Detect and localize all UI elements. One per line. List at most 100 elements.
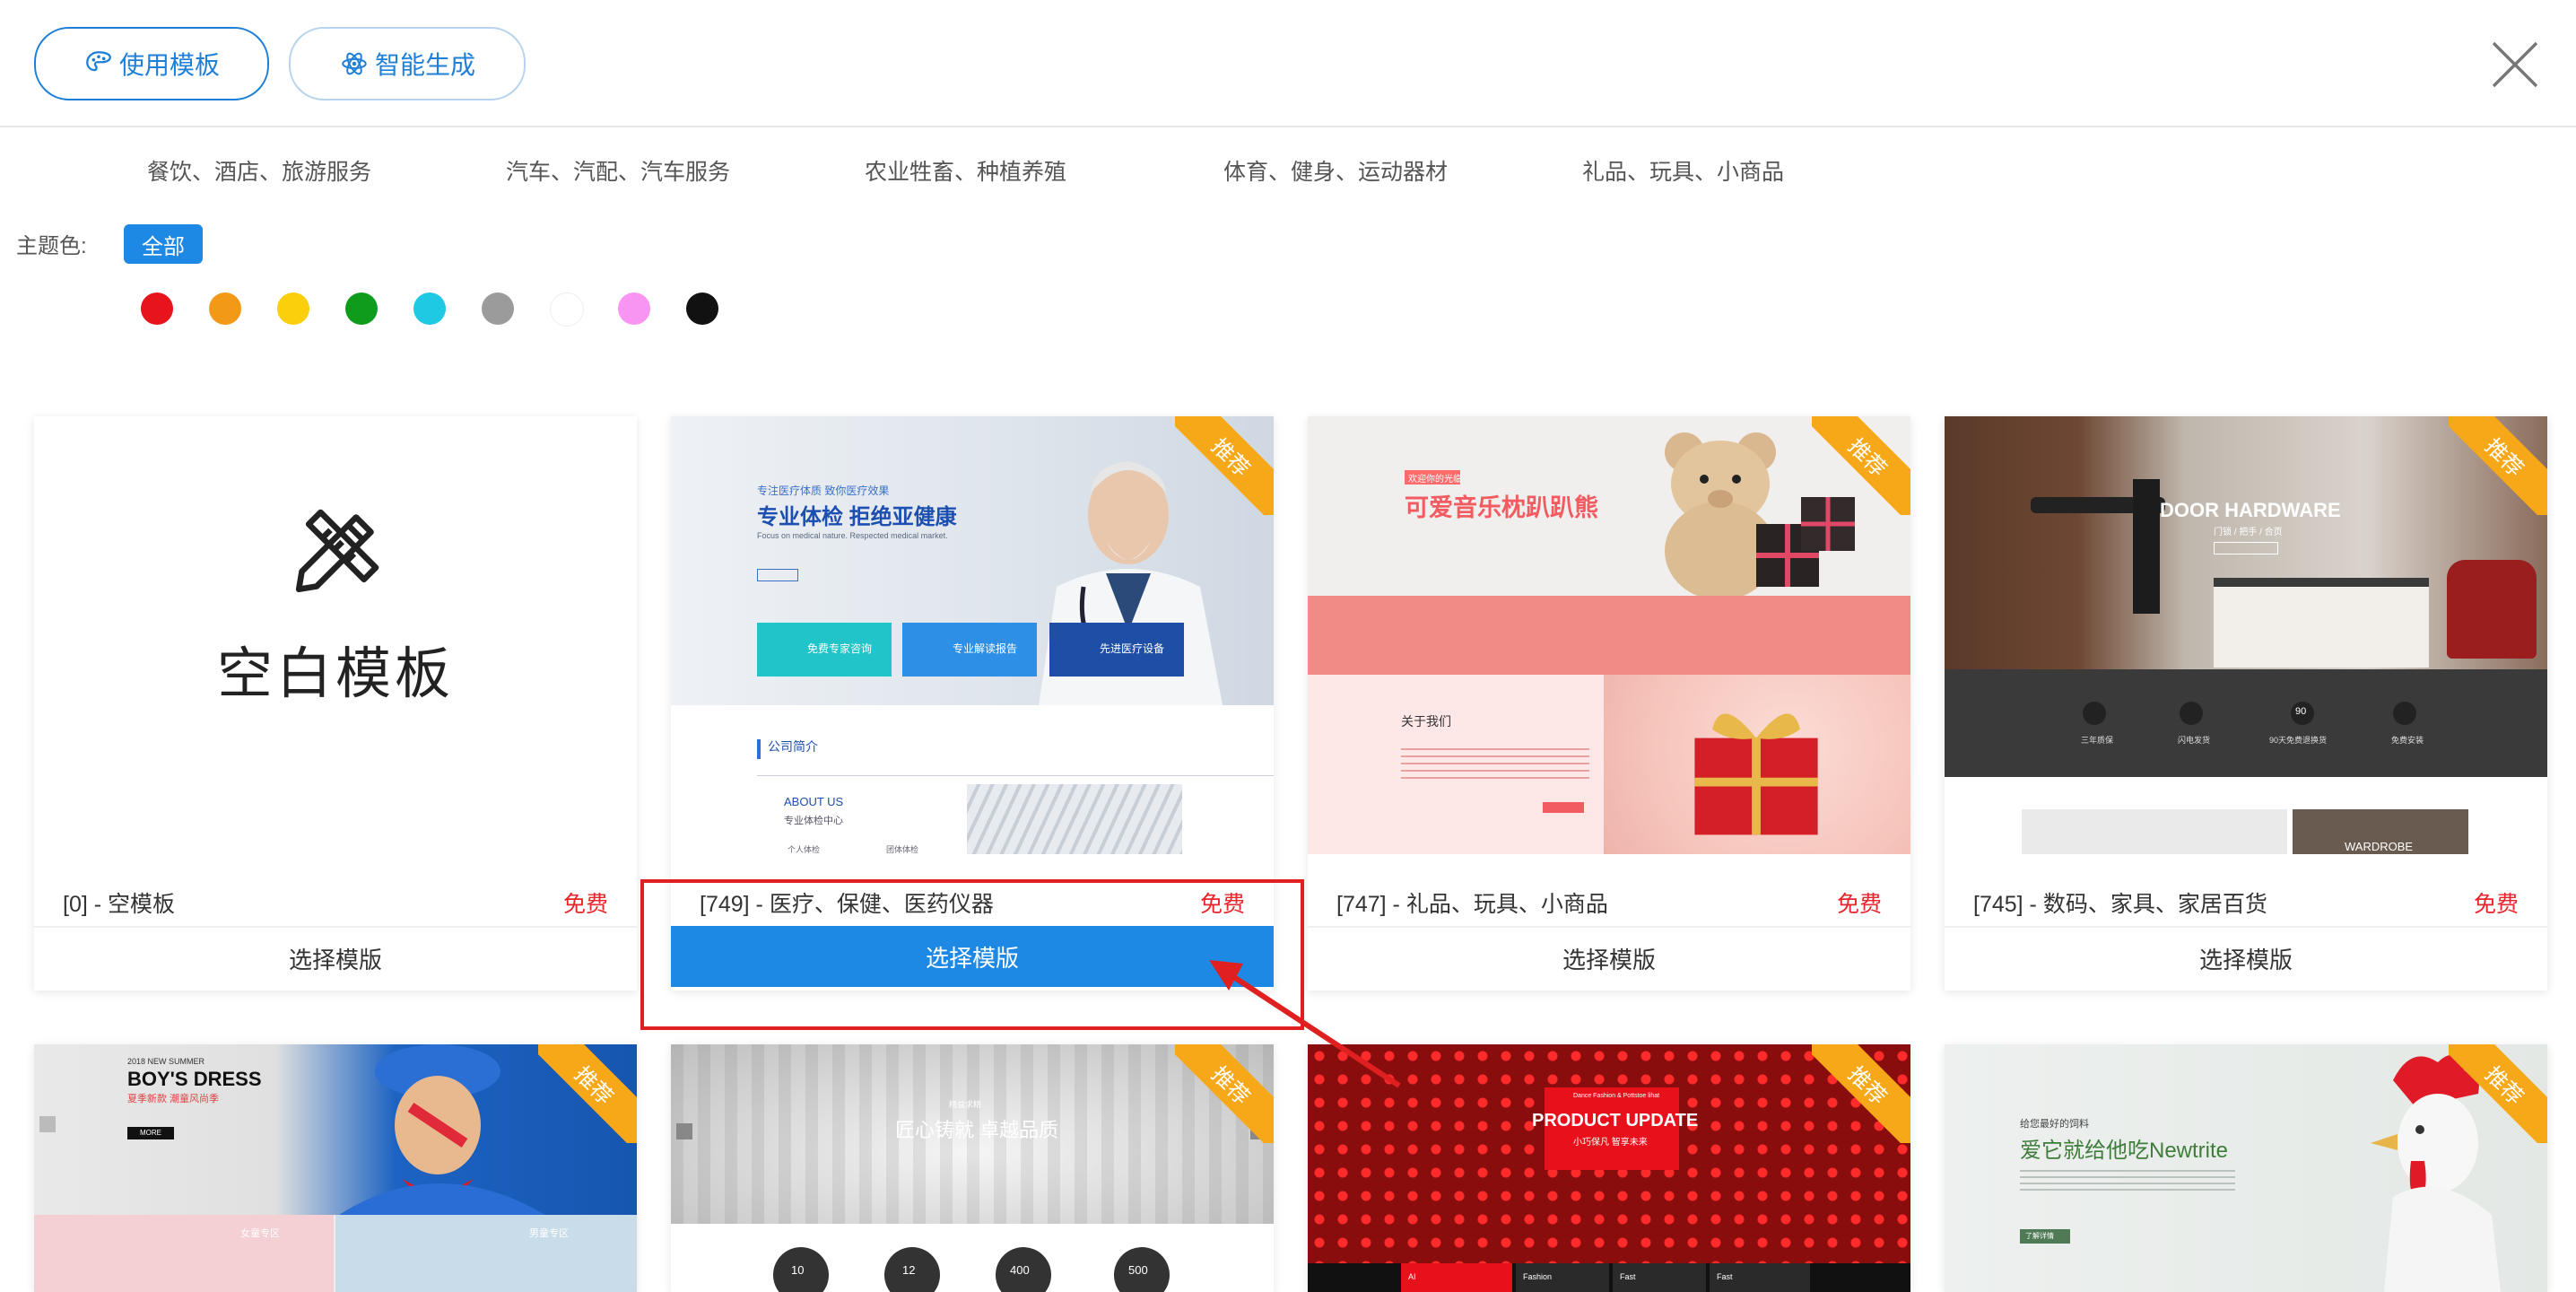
color-swatch[interactable] [141, 292, 173, 325]
about-button [1543, 802, 1584, 813]
category-label: 男童专区 [529, 1228, 569, 1239]
hero-title: PRODUCT UPDATE [1532, 1111, 1699, 1130]
nav-tile-label: Fast [1717, 1272, 1733, 1281]
hero-title: 匠心铸就 卓越品质 [895, 1119, 1059, 1141]
category-item[interactable]: 礼品、玩具、小商品 [1582, 154, 1784, 187]
template-card: 2018 NEW SUMMER BOY'S DRESS 夏季新款 潮童风尚季 M… [34, 1044, 637, 1292]
hero-small-text: 专注医疗体质 致你医疗效果 [757, 484, 890, 497]
kid-image [339, 1044, 545, 1215]
service-band [1945, 669, 2547, 777]
category-image-boys [335, 1215, 637, 1292]
category-item[interactable]: 餐饮、酒店、旅游服务 [147, 154, 371, 187]
hero-small-text: 精益求精 [949, 1100, 982, 1109]
tab-use-template[interactable]: 使用模板 [34, 27, 269, 100]
template-card: 精益求精 匠心铸就 卓越品质 10 12 400 500 推荐 [671, 1044, 1274, 1292]
hero-more-button [757, 569, 798, 581]
color-swatch[interactable] [413, 292, 446, 325]
category-filter: 餐饮、酒店、旅游服务 汽车、汽配、汽车服务 农业牲畜、种植养殖 体育、健身、运动… [0, 154, 1973, 199]
about-title: 关于我们 [1401, 714, 1451, 729]
select-template-button[interactable]: 选择模版 [1945, 926, 2547, 989]
recommended-badge: 推荐 [1812, 416, 1910, 515]
stat-value: 500 [1128, 1263, 1148, 1277]
hero-button-text: MORE [140, 1129, 161, 1137]
service-label: 三年质保 [2081, 736, 2114, 745]
carousel-prev [39, 1116, 56, 1132]
hero-subtext: 小巧保凡 智享未来 [1573, 1138, 1648, 1148]
service-icon [2083, 702, 2106, 725]
blank-template-preview: 空白模板 [34, 416, 637, 854]
select-template-button[interactable]: 选择模版 [34, 926, 637, 989]
palette-icon [86, 51, 111, 72]
pencil-ruler-icon [295, 509, 379, 593]
color-swatch[interactable] [618, 292, 650, 325]
atom-icon [342, 52, 367, 75]
template-card: 给您最好的饲料 爱它就给他吃Newtrite 了解详情 推荐 [1945, 1044, 2547, 1292]
stat-value: 10 [791, 1263, 805, 1277]
category-item[interactable]: 体育、健身、运动器材 [1223, 154, 1448, 187]
about-title: ABOUT US [784, 795, 844, 808]
nav-tile-label: Fast [1620, 1272, 1636, 1281]
color-swatch[interactable] [345, 292, 378, 325]
color-swatch[interactable] [209, 292, 241, 325]
service-number: 90 [2295, 706, 2307, 717]
hero-button-text: 了解详情 [2025, 1232, 2054, 1240]
service-icon [2393, 702, 2416, 725]
color-swatch[interactable] [686, 292, 718, 325]
hero-subtext: Focus on medical nature. Respected medic… [757, 531, 948, 540]
feature-label-2: 专业解读报告 [953, 642, 1018, 655]
template-name: [745] - 数码、家具、家居百货 [1973, 892, 2267, 917]
recommended-badge: 推荐 [1812, 1044, 1910, 1143]
hero-small-text: Dance Fashion & Pottstoe lihat [1573, 1093, 1660, 1099]
section-title: 公司简介 [768, 739, 818, 754]
tab-use-template-label: 使用模板 [118, 51, 220, 79]
service-icon [2180, 702, 2203, 725]
stat-value: 12 [902, 1263, 916, 1277]
tab-ai-generate-label: 智能生成 [374, 51, 475, 79]
hero-title: 可爱音乐枕趴趴熊 [1405, 494, 1598, 521]
service-label: 闪电发货 [2178, 736, 2211, 745]
theme-color-label: 主题色: [16, 234, 87, 258]
hero-subtext: 夏季新款 潮童风尚季 [127, 1094, 220, 1104]
bed-image [2214, 578, 2429, 668]
recommended-badge: 推荐 [538, 1044, 637, 1143]
recommended-badge: 推荐 [1175, 416, 1274, 515]
hero-title: 专业体检 拒绝亚健康 [757, 505, 957, 529]
color-swatch[interactable] [550, 292, 584, 327]
feature-label-3: 先进医疗设备 [1100, 642, 1165, 655]
nav-tile-1 [1401, 1263, 1512, 1292]
category-image-girls [34, 1215, 334, 1292]
nav-tile-label: Fashion [1523, 1272, 1553, 1281]
top-toolbar: 使用模板 智能生成 [0, 0, 2576, 127]
hero-tag-text: 欢迎你的光临 [1408, 475, 1462, 484]
section-marker [757, 739, 761, 759]
blank-template-title: 空白模板 [216, 643, 454, 705]
recommended-badge: 推荐 [2449, 1044, 2547, 1143]
gift-box-image [1694, 713, 1818, 835]
theme-all-button[interactable]: 全部 [124, 224, 203, 264]
hero-button [2214, 542, 2278, 554]
hero-title: BOY'S DRESS [127, 1068, 262, 1090]
category-item[interactable]: 农业牲畜、种植养殖 [865, 154, 1066, 187]
feature-band [1308, 596, 1910, 675]
product-label: WARDROBE [2345, 840, 2414, 853]
close-icon[interactable] [2490, 39, 2540, 90]
category-label: 女童专区 [240, 1228, 280, 1239]
color-swatch[interactable] [482, 292, 514, 325]
hero-title: 爱它就给他吃Newtrite [2020, 1139, 2229, 1163]
color-swatch[interactable] [277, 292, 309, 325]
hero-text-lines [2020, 1170, 2235, 1192]
product-image-1 [2022, 809, 2287, 854]
template-card-747: 欢迎你的光临 可爱音乐枕趴趴熊 关于我们 推荐 [747] - 礼品、玩具、小商… [1308, 416, 1910, 991]
hero-title: DOOR HARDWARE [2160, 499, 2341, 521]
service-label: 90天免费退换货 [2269, 736, 2328, 745]
about-subtitle: 专业体检中心 [784, 816, 843, 826]
tab-ai-generate[interactable]: 智能生成 [289, 27, 526, 100]
lock-plate [2133, 479, 2160, 614]
template-card-blank: 空白模板 [0] - 空模板 免费 选择模版 [34, 416, 637, 991]
about-small-2: 团体体检 [886, 845, 919, 854]
hero-small-text: 2018 NEW SUMMER [127, 1057, 205, 1066]
chair-image [2447, 560, 2537, 659]
category-item[interactable]: 汽车、汽配、汽车服务 [506, 154, 730, 187]
arrow-annotation [1209, 960, 1401, 1088]
service-label: 免费安装 [2391, 736, 2424, 745]
